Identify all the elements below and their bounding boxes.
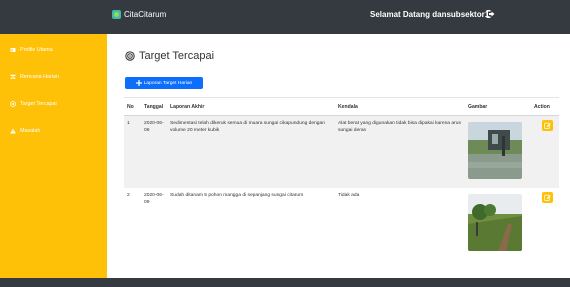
page-title-text: Target Tercapai — [139, 50, 215, 62]
cell-image — [465, 116, 531, 188]
cell-action — [531, 116, 559, 188]
tree-planting-photo — [468, 193, 522, 251]
table-row: 2 2020-06-09 Sudah ditanam 5 pohon mangg… — [124, 188, 559, 251]
cell-image — [465, 188, 531, 251]
cell-action — [531, 188, 559, 251]
header-action: Action — [531, 97, 559, 116]
sidebar-item-target[interactable]: Target Tercapai — [10, 101, 57, 107]
header-issue: Kendala — [335, 97, 465, 116]
edit-button[interactable] — [542, 191, 553, 203]
cell-no: 2 — [127, 192, 130, 198]
logout-icon[interactable] — [485, 8, 497, 20]
plus-icon — [135, 80, 142, 86]
edit-icon — [544, 122, 551, 129]
add-report-button[interactable]: Laporan Target Harian — [125, 77, 203, 89]
welcome-text: Selamat Datang dansubsektor1 — [370, 10, 490, 19]
sidebar-item-label: Rencana Harian — [20, 74, 59, 80]
table-row: 1 2020-06-06 Sedimentasi telah dikeruk s… — [124, 115, 559, 188]
footer-bar — [0, 278, 570, 287]
cell-date: 2020-06-06 — [144, 121, 164, 133]
sidebar-item-profile[interactable]: Profile Utama — [10, 47, 53, 53]
cell-issue: Tidak ada — [338, 192, 360, 198]
header-report: Laporan Akhir — [167, 97, 335, 116]
cell-no: 1 — [127, 121, 130, 126]
page-title: Target Tercapai — [125, 50, 214, 62]
edit-icon — [544, 194, 551, 201]
sidebar-item-label: Profile Utama — [20, 47, 53, 53]
sidebar-item-rencana[interactable]: Rencana Harian — [10, 74, 59, 80]
target-icon — [125, 51, 135, 61]
sidebar-item-masalah[interactable]: Masalah — [10, 128, 40, 134]
sidebar: Profile Utama Rencana Harian Target Terc… — [0, 34, 107, 278]
profile-icon — [10, 48, 16, 52]
top-navbar: CitaCitarum Selamat Datang dansubsektor1 — [0, 0, 570, 34]
header-image: Gambar — [465, 97, 531, 116]
target-icon — [10, 101, 16, 107]
brand[interactable]: CitaCitarum — [112, 10, 166, 19]
header-no: No — [124, 97, 141, 116]
add-report-label: Laporan Target Harian — [143, 80, 193, 86]
main-content: Target Tercapai Laporan Target Harian No… — [107, 34, 570, 278]
warning-icon — [10, 128, 16, 134]
river-dredging-photo — [468, 122, 522, 179]
cell-report: Sedimentasi telah dikeruk semua di muara… — [170, 121, 325, 133]
sidebar-item-label: Target Tercapai — [20, 101, 57, 107]
table-header-row: No Tanggal Laporan Akhir Kendala Gambar … — [124, 97, 559, 116]
report-photo[interactable] — [468, 193, 522, 251]
report-table: No Tanggal Laporan Akhir Kendala Gambar … — [124, 97, 559, 251]
brand-name: CitaCitarum — [124, 10, 167, 19]
cell-issue: Alat berat yang digunakan tidak bisa dip… — [338, 121, 461, 133]
edit-button[interactable] — [542, 120, 553, 131]
report-photo[interactable] — [468, 122, 522, 179]
sidebar-item-label: Masalah — [20, 128, 41, 134]
cell-date: 2020-06-09 — [144, 192, 164, 205]
cell-report: Sudah ditanam 5 pohon mangga di sepanjan… — [170, 192, 304, 198]
header-date: Tanggal — [141, 97, 167, 116]
plan-icon — [10, 74, 16, 79]
brand-logo-icon — [112, 10, 121, 19]
